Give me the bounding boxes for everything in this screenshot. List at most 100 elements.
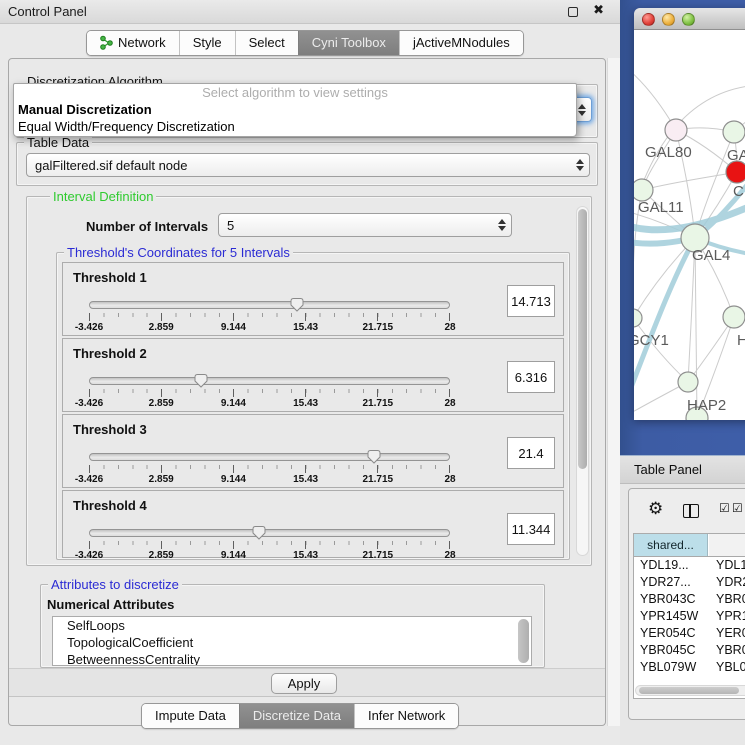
- threshold-2-value-field[interactable]: 6.316: [507, 361, 555, 393]
- threshold-3-slider[interactable]: [89, 449, 450, 465]
- slider-thumb[interactable]: [289, 297, 305, 312]
- column-layout-icon[interactable]: [683, 504, 699, 518]
- apply-button[interactable]: Apply: [271, 673, 337, 694]
- dropdown-prompt-item[interactable]: Select algorithm to view settings: [14, 84, 576, 101]
- table-row[interactable]: YDR27...YDR2: [634, 574, 745, 591]
- table-row[interactable]: YER054CYER0: [634, 625, 745, 642]
- number-of-intervals-combobox[interactable]: 5: [218, 213, 512, 237]
- column-header-name[interactable]: name: [709, 534, 745, 556]
- tick-label: -3.426: [75, 398, 103, 409]
- cell-name: YBL0: [716, 659, 745, 675]
- cell-shared-name: YBR043C: [640, 591, 708, 608]
- slider-thumb[interactable]: [193, 373, 209, 388]
- network-node-hap2[interactable]: [678, 372, 698, 392]
- node-label-gal4: GAL4: [692, 247, 730, 264]
- float-window-icon[interactable]: [568, 7, 578, 17]
- slider-track[interactable]: [89, 301, 450, 309]
- dropdown-option-manual-discretization[interactable]: Manual Discretization: [14, 101, 576, 118]
- tab-network-label: Network: [118, 35, 166, 50]
- table-horizontal-scrollbar[interactable]: [635, 685, 745, 696]
- network-graph: GAL80 GA C GAL11 GAL4 GCY1 H HAP2: [634, 30, 745, 420]
- threshold-3-box: Threshold 3 -3.426 2.859 9.144 15.43 21.…: [62, 414, 564, 488]
- threshold-3-value-field[interactable]: 21.4: [507, 437, 555, 469]
- tab-select-label: Select: [249, 35, 285, 50]
- slider-track[interactable]: [89, 453, 450, 461]
- tick-label: -3.426: [75, 550, 103, 561]
- interval-scrollbar[interactable]: [576, 206, 589, 556]
- threshold-4-value-field[interactable]: 11.344: [507, 513, 555, 545]
- threshold-4-box: Threshold 4 -3.426 2.859 9.144 15.43 21.…: [62, 490, 564, 558]
- threshold-1-value-field[interactable]: 14.713: [507, 285, 555, 317]
- apply-row: Apply: [9, 668, 605, 697]
- threshold-2-label: Threshold 2: [73, 346, 147, 361]
- table-data-combobox[interactable]: galFiltered.sif default node: [26, 153, 590, 177]
- network-node-ga[interactable]: [723, 121, 745, 143]
- table-row[interactable]: YPR145WYPR1: [634, 608, 745, 625]
- table-horizontal-scrollbar-thumb[interactable]: [639, 687, 739, 694]
- attributes-list-scrollbar[interactable]: [518, 619, 529, 663]
- tab-network[interactable]: Network: [87, 31, 179, 55]
- network-node-gal80[interactable]: [665, 119, 687, 141]
- slider-track[interactable]: [89, 529, 450, 537]
- table-row[interactable]: YBL079WYBL0: [634, 659, 745, 675]
- tab-jactivemnodules[interactable]: jActiveMNodules: [399, 31, 523, 55]
- cell-shared-name: YDR27...: [640, 574, 708, 591]
- table-header-row: shared... name: [634, 534, 745, 557]
- checkbox-icon[interactable]: ☑: [719, 501, 730, 515]
- tick-label: 28: [444, 322, 455, 333]
- numerical-attributes-list[interactable]: SelfLoops TopologicalCoefficient Between…: [52, 616, 532, 666]
- gear-icon[interactable]: ⚙: [648, 499, 663, 519]
- tick-label: 2.859: [149, 322, 174, 333]
- interval-scrollbar-thumb[interactable]: [578, 209, 587, 469]
- tick-label: 2.859: [149, 398, 174, 409]
- tick-label: 15.43: [293, 322, 318, 333]
- list-item[interactable]: TopologicalCoefficient: [53, 634, 531, 651]
- bottom-tab-bar: Impute Data Discretize Data Infer Networ…: [141, 703, 459, 729]
- table-toolbar: ⚙ ☑ ☑: [629, 489, 745, 533]
- cell-name: YER0: [716, 625, 745, 642]
- slider-thumb[interactable]: [251, 525, 267, 540]
- algorithm-dropdown-popup: Select algorithm to view settings Manual…: [13, 83, 577, 137]
- network-node-h[interactable]: [723, 306, 745, 328]
- checkbox-icon[interactable]: ☑: [732, 501, 743, 515]
- threshold-1-box: Threshold 1 -3.426 2.859 9.144 15.43 21.…: [62, 262, 564, 336]
- threshold-4-slider[interactable]: [89, 525, 450, 541]
- network-window-titlebar[interactable]: [634, 8, 745, 30]
- threshold-1-slider[interactable]: [89, 297, 450, 313]
- minimize-traffic-light-icon[interactable]: [662, 13, 675, 26]
- dropdown-option-equal-width-frequency[interactable]: Equal Width/Frequency Discretization: [14, 118, 576, 135]
- list-item[interactable]: BetweennessCentrality: [53, 651, 531, 666]
- tab-cyni-toolbox[interactable]: Cyni Toolbox: [298, 31, 399, 55]
- tick-label: 2.859: [149, 550, 174, 561]
- tick-label: 28: [444, 398, 455, 409]
- zoom-traffic-light-icon[interactable]: [682, 13, 695, 26]
- tab-select[interactable]: Select: [235, 31, 298, 55]
- table-row[interactable]: YBR043CYBR0: [634, 591, 745, 608]
- tab-infer-network[interactable]: Infer Network: [354, 704, 458, 728]
- column-header-shared-name[interactable]: shared...: [634, 534, 708, 556]
- tab-style[interactable]: Style: [179, 31, 235, 55]
- node-label-ga: GA: [727, 147, 745, 164]
- slider-ticks: [89, 541, 450, 549]
- network-node-gcy1[interactable]: [634, 309, 642, 327]
- tick-label: 15.43: [293, 398, 318, 409]
- network-canvas[interactable]: GAL80 GA C GAL11 GAL4 GCY1 H HAP2: [634, 30, 745, 420]
- thresholds-group-label: Threshold's Coordinates for 5 Intervals: [64, 245, 293, 260]
- panel-vertical-scrollbar[interactable]: [607, 58, 620, 726]
- list-item[interactable]: SelfLoops: [53, 617, 531, 634]
- tab-impute-data[interactable]: Impute Data: [142, 704, 239, 728]
- slider-thumb[interactable]: [366, 449, 382, 464]
- slider-track[interactable]: [89, 377, 450, 385]
- slider-ticks: [89, 465, 450, 473]
- network-node-gal11[interactable]: [634, 179, 653, 201]
- close-traffic-light-icon[interactable]: [642, 13, 655, 26]
- network-node-selected-red[interactable]: [726, 161, 745, 183]
- control-panel-titlebar: Control Panel ✖: [0, 0, 620, 24]
- tab-discretize-data[interactable]: Discretize Data: [239, 704, 354, 728]
- tab-jactivemnodules-label: jActiveMNodules: [413, 35, 510, 50]
- threshold-2-slider[interactable]: [89, 373, 450, 389]
- table-row[interactable]: YDL19...YDL1: [634, 557, 745, 574]
- tick-label: 15.43: [293, 474, 318, 485]
- table-row[interactable]: YBR045CYBR0: [634, 642, 745, 659]
- close-icon[interactable]: ✖: [593, 3, 604, 18]
